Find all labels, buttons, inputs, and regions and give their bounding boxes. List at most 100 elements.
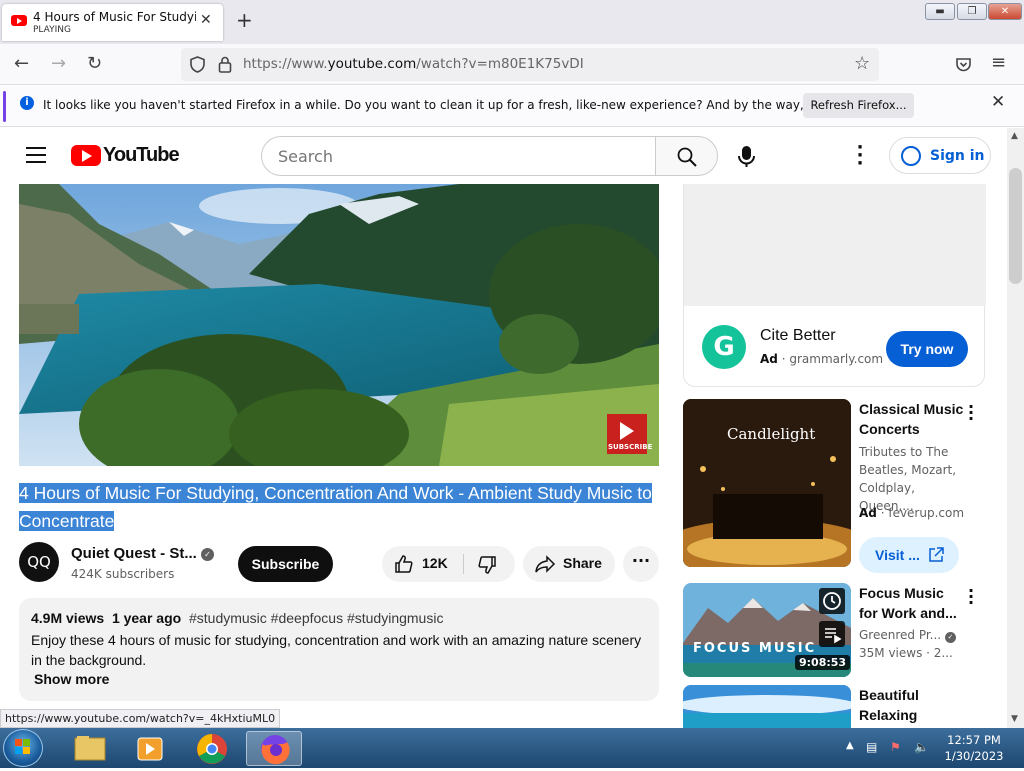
try-now-button[interactable]: Try now (886, 331, 968, 367)
video-title-text: 4 Hours of Music For Studying, Concentra… (19, 483, 652, 531)
action-center-icon[interactable]: ⚑ (890, 740, 901, 754)
settings-more-icon[interactable]: · · · (853, 139, 867, 173)
scroll-thumb[interactable] (1009, 168, 1022, 284)
network-icon[interactable]: ▤ (866, 740, 877, 754)
recommendation-thumbnail[interactable]: Candlelight (683, 399, 851, 567)
watch-later-icon[interactable] (819, 588, 845, 614)
file-explorer-icon[interactable] (62, 731, 118, 766)
tab-close-icon[interactable]: ✕ (200, 12, 212, 28)
visit-site-button[interactable]: Visit ... (859, 537, 959, 573)
channel-avatar[interactable]: QQ (19, 542, 59, 582)
show-more-button[interactable]: Show more (34, 671, 109, 687)
scroll-down-icon[interactable]: ▼ (1011, 714, 1018, 724)
search-button[interactable] (655, 136, 718, 176)
show-hidden-icons[interactable]: ▲ (846, 740, 854, 751)
media-player-icon[interactable] (122, 731, 178, 766)
share-icon (535, 555, 556, 573)
restore-button[interactable]: ❐ (957, 3, 987, 20)
start-button[interactable] (3, 729, 43, 767)
firefox-taskbar-icon[interactable] (246, 731, 302, 766)
taskbar: ▲ ▤ ⚑ 🔈 12:57 PM 1/30/2023 (0, 728, 1024, 768)
shield-icon[interactable] (189, 56, 206, 73)
recommendation-thumbnail[interactable]: FOCUS MUSIC 9:08:53 (683, 583, 851, 677)
rec-ad-badge: Ad (859, 506, 877, 520)
like-separator (463, 554, 464, 574)
url-bar[interactable]: https://www.youtube.com/watch?v=m80E1K75… (181, 48, 879, 81)
pocket-icon[interactable] (955, 56, 972, 73)
minimize-button[interactable]: ▬ (925, 3, 955, 20)
share-button[interactable]: Share (523, 546, 615, 582)
chrome-icon[interactable] (184, 731, 240, 766)
recommendation-thumbnail[interactable] (683, 685, 851, 728)
notification-accent (3, 91, 6, 122)
refresh-firefox-button[interactable]: Refresh Firefox... (803, 93, 914, 118)
youtube-wordmark[interactable]: YouTube (103, 144, 180, 167)
channel-name[interactable]: Quiet Quest - St... (71, 545, 197, 562)
rec-ad-domain: feverup.com (888, 506, 965, 520)
active-tab[interactable]: 4 Hours of Music For Studying, Concentra… (2, 4, 223, 41)
tab-title: 4 Hours of Music For Studying, Concentra… (33, 10, 196, 24)
dislike-icon[interactable] (477, 555, 497, 575)
status-url: https://www.youtube.com/watch?v=_4kHxtiu… (0, 709, 281, 728)
hashtags[interactable]: #studymusic #deepfocus #studyingmusic (189, 610, 443, 626)
reload-icon[interactable]: ↻ (87, 53, 102, 74)
guide-menu-icon[interactable] (26, 147, 46, 163)
subscribe-watermark[interactable]: SUBSCRIBE (607, 414, 652, 454)
microphone-icon[interactable] (732, 140, 762, 172)
youtube-page: YouTube ··· Sign in (0, 128, 1007, 728)
watermark-text: SUBSCRIBE (608, 443, 653, 451)
ad-image (684, 184, 986, 306)
system-clock[interactable]: 12:57 PM 1/30/2023 (940, 732, 1008, 764)
window-close-button[interactable]: ✕ (988, 3, 1022, 20)
sign-in-label: Sign in (930, 148, 985, 164)
recommendation-channel[interactable]: Greenred Pr... ✓ (859, 626, 969, 644)
info-icon: i (20, 96, 34, 110)
more-actions-button[interactable]: ··· (623, 546, 659, 582)
windows-logo-icon (15, 739, 30, 754)
ad-card[interactable]: G Cite Better Ad · grammarly.com Try now (683, 184, 986, 387)
account-icon (901, 146, 921, 166)
ad-badge: Ad (760, 352, 778, 366)
description-box[interactable]: 4.9M views 1 year ago #studymusic #deepf… (19, 598, 659, 701)
app-menu-icon[interactable]: ≡ (991, 52, 1006, 73)
tab-strip: 4 Hours of Music For Studying, Concentra… (0, 0, 1024, 44)
video-player[interactable]: SUBSCRIBE (19, 184, 659, 466)
new-tab-icon[interactable]: + (236, 8, 253, 32)
notification-close-icon[interactable]: ✕ (991, 92, 1005, 112)
ad-domain-line: Ad · grammarly.com (760, 352, 884, 366)
notification-bar: i It looks like you haven't started Fire… (0, 86, 1024, 127)
volume-icon[interactable]: 🔈 (914, 740, 929, 754)
scroll-up-icon[interactable]: ▲ (1011, 131, 1018, 141)
recommendation-menu-icon[interactable]: · · · (966, 583, 976, 611)
youtube-favicon-icon (11, 15, 27, 26)
subscribe-button[interactable]: Subscribe (238, 546, 333, 582)
thumb-text: FOCUS MUSIC (693, 641, 817, 656)
rec-channel-name[interactable]: Greenred Pr... (859, 628, 941, 642)
description-text: Enjoy these 4 hours of music for studyin… (31, 632, 642, 668)
url-text[interactable]: https://www.youtube.com/watch?v=m80E1K75… (243, 56, 584, 72)
back-icon[interactable]: ← (14, 53, 29, 74)
page-scrollbar[interactable]: ▲ ▼ (1007, 128, 1024, 728)
add-to-queue-icon[interactable] (819, 621, 845, 647)
lock-icon[interactable] (218, 56, 232, 73)
search-box[interactable] (261, 136, 656, 176)
video-title: 4 Hours of Music For Studying, Concentra… (19, 479, 659, 535)
like-icon[interactable] (394, 554, 414, 574)
recommendation-title[interactable]: Classical Music Concerts (859, 399, 964, 439)
like-dislike-group: 12K (382, 546, 515, 582)
like-count[interactable]: 12K (422, 555, 448, 571)
youtube-logo-icon[interactable] (71, 145, 101, 166)
relaxing-thumb-art (683, 685, 851, 728)
sign-in-button[interactable]: Sign in (889, 137, 991, 174)
video-duration: 9:08:53 (795, 655, 851, 670)
recommendation-title[interactable]: Beautiful Relaxing Musi... (859, 685, 964, 728)
recommendation-title[interactable]: Focus Music for Work and... (859, 583, 964, 623)
clock-date: 1/30/2023 (944, 749, 1004, 763)
search-input[interactable] (278, 147, 638, 166)
recommendation-ad-line: Ad · feverup.com (859, 506, 965, 520)
forward-icon[interactable]: → (51, 53, 66, 74)
thumb-text: Candlelight (727, 425, 816, 443)
recommendation-menu-icon[interactable]: · · · (966, 399, 976, 427)
ad-title[interactable]: Cite Better (760, 327, 836, 345)
bookmark-star-icon[interactable]: ☆ (854, 53, 870, 74)
